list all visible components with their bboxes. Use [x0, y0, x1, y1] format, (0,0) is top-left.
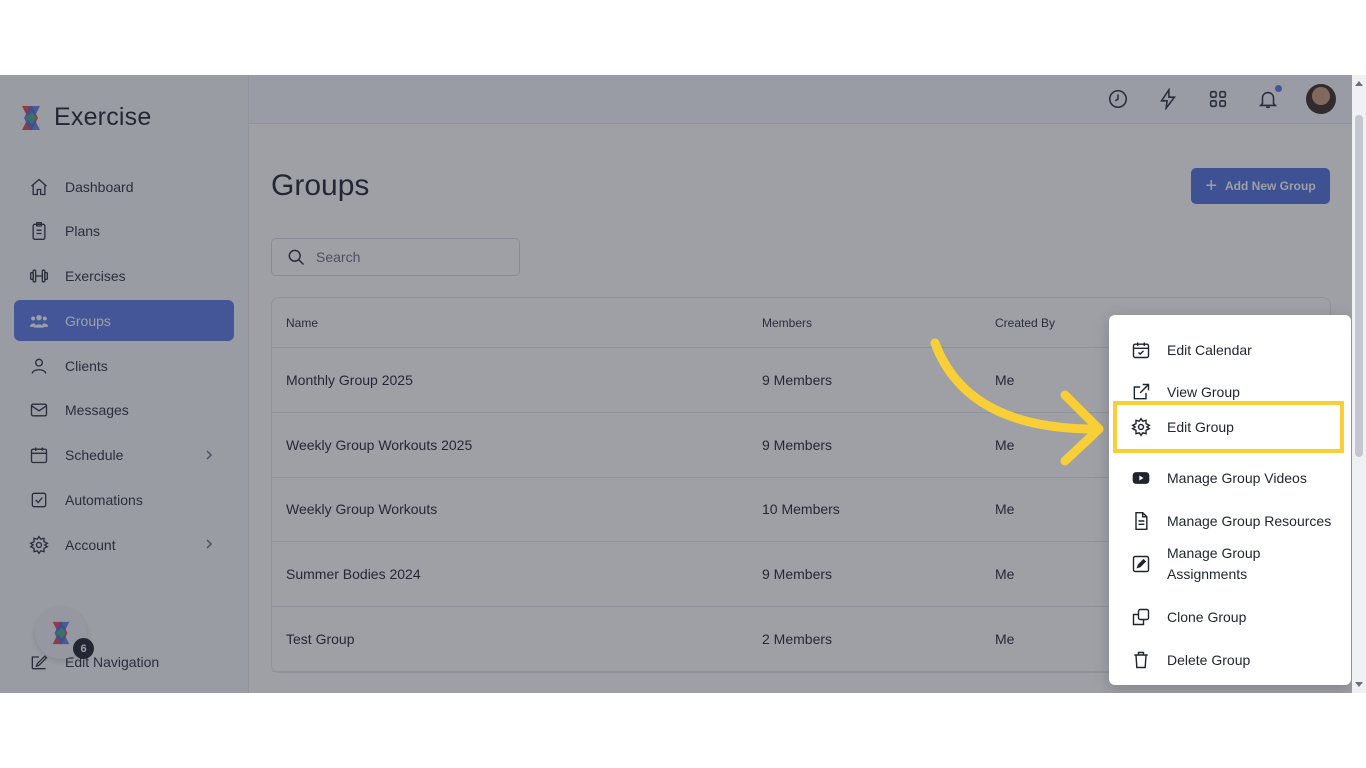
menu-item-manage-group-assignments[interactable]: Manage Group Assignments [1109, 543, 1351, 585]
menu-item-label: Edit Calendar [1167, 341, 1252, 358]
bell-icon[interactable] [1256, 85, 1282, 111]
mail-icon [28, 399, 50, 421]
sidebar: Exercise Dashboard Plans Exercises Group… [0, 75, 249, 693]
group-name[interactable]: Weekly Group Workouts 2025 [272, 437, 762, 453]
sidebar-item-label: Groups [65, 312, 111, 329]
brand-logo-icon [22, 105, 40, 130]
users-icon [28, 310, 50, 332]
copy-icon [1131, 607, 1151, 627]
sidebar-item-label: Account [65, 536, 116, 553]
sidebar-item-label: Automations [65, 492, 143, 509]
pointer-arrow-icon [930, 338, 1104, 466]
group-members: 9 Members [762, 566, 833, 583]
document-icon [1131, 511, 1151, 531]
group-members: 10 Members [762, 501, 840, 518]
top-bar-actions [1106, 84, 1336, 114]
sidebar-item-groups[interactable]: Groups [14, 300, 234, 342]
menu-item-delete-group[interactable]: Delete Group [1109, 639, 1351, 681]
sidebar-item-account[interactable]: Account [14, 524, 234, 565]
column-header-members[interactable]: Members [762, 316, 995, 330]
plus-icon: + [1205, 175, 1217, 197]
calendar-check-icon [1131, 340, 1151, 360]
external-link-icon [1131, 382, 1151, 402]
sidebar-item-automations[interactable]: Automations [14, 480, 234, 521]
menu-item-clone-group[interactable]: Clone Group [1109, 596, 1351, 638]
brand[interactable]: Exercise [18, 103, 151, 132]
add-new-group-button[interactable]: + Add New Group [1191, 168, 1330, 204]
clipboard-icon [28, 220, 50, 242]
notification-count-badge: 6 [73, 638, 94, 659]
chevron-right-icon[interactable] [202, 448, 216, 462]
scroll-down-arrow-icon[interactable] [1355, 682, 1363, 687]
sidebar-item-clients[interactable]: Clients [14, 345, 234, 386]
grid-icon[interactable] [1206, 87, 1230, 111]
menu-item-label: Manage Group Videos [1167, 469, 1307, 486]
sidebar-item-label: Schedule [65, 447, 124, 464]
menu-item-manage-group-videos[interactable]: Manage Group Videos [1109, 457, 1351, 499]
menu-item-label: Clone Group [1167, 608, 1247, 625]
menu-item-label: Delete Group [1167, 651, 1251, 668]
sidebar-item-label: Clients [65, 357, 108, 374]
dumbbell-icon [28, 265, 50, 287]
edit-square-icon [1131, 554, 1151, 574]
sidebar-item-label: Messages [65, 402, 129, 419]
user-icon [28, 355, 50, 377]
search-input[interactable] [316, 249, 506, 265]
clock-icon[interactable] [1106, 87, 1130, 111]
brand-name: Exercise [54, 103, 152, 131]
search-box[interactable] [271, 238, 520, 276]
trash-icon [1131, 650, 1151, 670]
group-name[interactable]: Monthly Group 2025 [272, 372, 762, 388]
top-bar [249, 75, 1366, 124]
page-title: Groups [271, 169, 370, 202]
menu-item-label: Manage Group Resources [1167, 512, 1332, 529]
sidebar-item-plans[interactable]: Plans [14, 211, 234, 252]
search-icon [288, 249, 305, 266]
avatar[interactable] [1306, 84, 1336, 114]
brand-logo-icon [52, 621, 70, 645]
app-window: Exercise Dashboard Plans Exercises Group… [0, 75, 1366, 693]
column-header-name[interactable]: Name [272, 316, 762, 330]
menu-item-label: Manage Group Assignments [1167, 545, 1261, 582]
gear-icon [28, 534, 50, 556]
sidebar-item-messages[interactable]: Messages [14, 390, 234, 431]
menu-item-label: View Group [1167, 383, 1240, 400]
scrollbar-thumb[interactable] [1355, 115, 1363, 457]
calendar-icon [28, 444, 50, 466]
group-name[interactable]: Summer Bodies 2024 [272, 566, 762, 582]
scroll-up-arrow-icon[interactable] [1355, 81, 1363, 86]
home-icon [28, 176, 50, 198]
group-actions-menu: Edit Calendar View Group Edit Group Mana… [1109, 315, 1351, 685]
sidebar-item-dashboard[interactable]: Dashboard [14, 166, 234, 207]
sidebar-item-exercises[interactable]: Exercises [14, 256, 234, 297]
group-name[interactable]: Weekly Group Workouts [272, 501, 762, 517]
group-members: 2 Members [762, 631, 833, 648]
sidebar-nav: Dashboard Plans Exercises Groups Clients… [14, 166, 234, 569]
gear-icon [1131, 417, 1151, 437]
group-name[interactable]: Test Group [272, 631, 762, 647]
checkbox-icon [28, 489, 50, 511]
lightning-icon[interactable] [1156, 87, 1180, 111]
sidebar-item-label: Plans [65, 223, 101, 240]
youtube-icon [1131, 468, 1151, 488]
sidebar-item-schedule[interactable]: Schedule [14, 435, 234, 476]
notification-dot [1275, 85, 1282, 92]
vertical-scrollbar[interactable] [1352, 75, 1366, 693]
sidebar-item-label: Exercises [65, 268, 126, 285]
add-new-group-label: Add New Group [1225, 179, 1316, 193]
menu-item-label: Edit Group [1167, 418, 1234, 435]
menu-item-edit-group[interactable]: Edit Group [1113, 401, 1344, 453]
menu-item-edit-calendar[interactable]: Edit Calendar [1109, 329, 1351, 371]
sidebar-item-label: Dashboard [65, 178, 134, 195]
chevron-right-icon[interactable] [202, 537, 216, 551]
menu-item-manage-group-resources[interactable]: Manage Group Resources [1109, 500, 1351, 542]
